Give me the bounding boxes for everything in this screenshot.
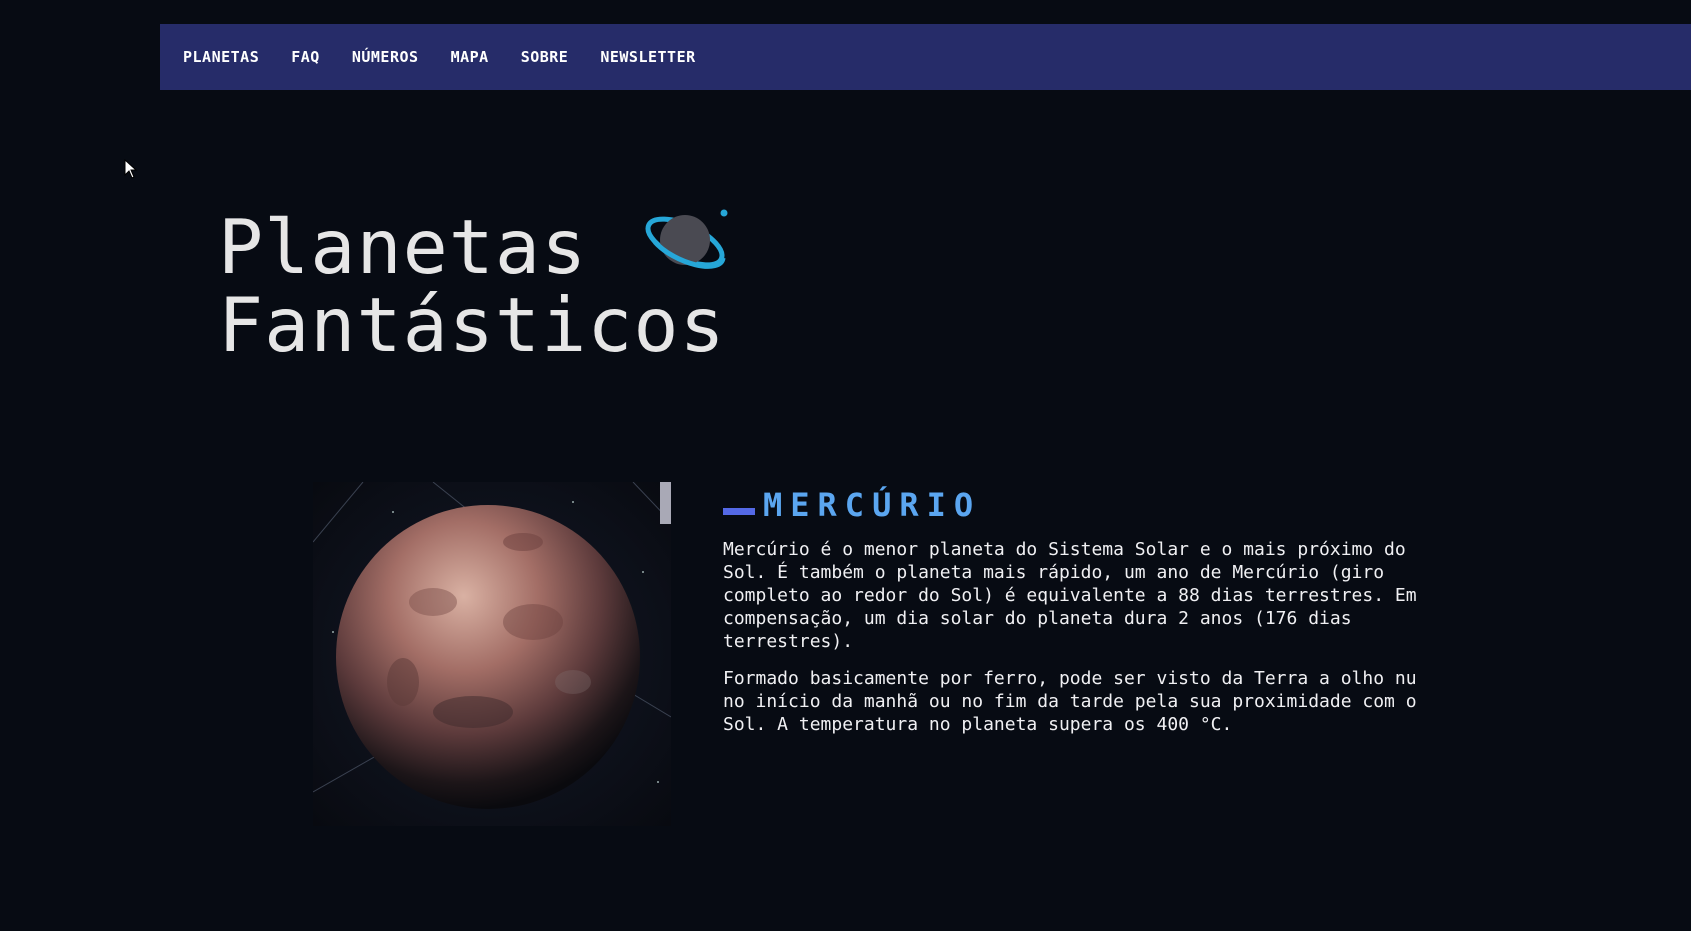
nav-link-mapa[interactable]: MAPA xyxy=(451,48,489,66)
image-scrollbar-thumb[interactable] xyxy=(660,482,671,524)
nav-link-planetas[interactable]: PLANETAS xyxy=(183,48,259,66)
ringed-planet-icon xyxy=(645,209,728,269)
planet-heading: MERCÚRIO xyxy=(723,486,981,524)
heading-accent-bar xyxy=(723,507,755,515)
nav-link-numeros[interactable]: NÚMEROS xyxy=(352,48,419,66)
top-navbar: PLANETAS FAQ NÚMEROS MAPA SOBRE NEWSLETT… xyxy=(160,24,1691,90)
mouse-cursor-icon xyxy=(124,159,138,179)
nav-link-sobre[interactable]: SOBRE xyxy=(521,48,569,66)
mercury-planet-image xyxy=(313,482,671,826)
planet-description: Mercúrio é o menor planeta do Sistema So… xyxy=(723,538,1443,750)
page: PLANETAS FAQ NÚMEROS MAPA SOBRE NEWSLETT… xyxy=(0,0,1691,931)
nav-link-newsletter[interactable]: NEWSLETTER xyxy=(600,48,695,66)
nav-link-faq[interactable]: FAQ xyxy=(291,48,320,66)
page-title-line-2: Fantásticos xyxy=(218,281,726,369)
planet-paragraph-2: Formado basicamente por ferro, pode ser … xyxy=(723,668,1417,735)
planet-name: MERCÚRIO xyxy=(763,486,982,524)
planet-paragraph-1: Mercúrio é o menor planeta do Sistema So… xyxy=(723,539,1417,652)
